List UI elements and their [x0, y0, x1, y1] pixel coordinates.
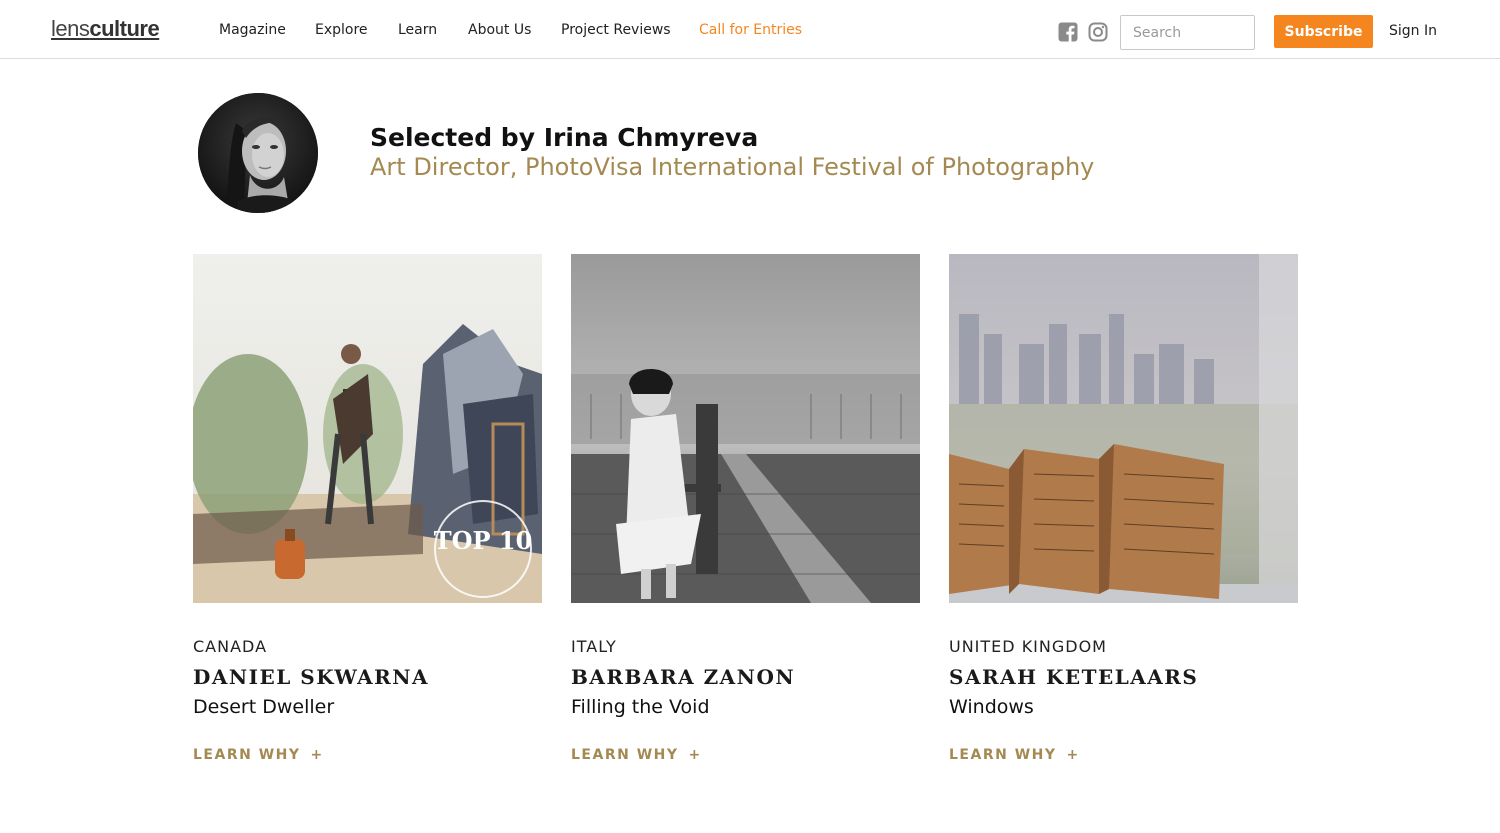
winner-photo-2[interactable]	[571, 254, 920, 603]
facebook-icon[interactable]	[1058, 22, 1078, 42]
nav-item-learn[interactable]: Learn	[398, 22, 437, 38]
subscribe-button[interactable]: Subscribe	[1274, 15, 1373, 48]
winner-photo-3[interactable]	[949, 254, 1298, 603]
winner-card-1: TOP 10 CANADA DANIEL SKWARNA Desert Dwel…	[193, 254, 542, 763]
instagram-icon[interactable]	[1088, 22, 1108, 42]
top10-badge-text: TOP 10	[434, 526, 533, 555]
winner-project-title: Windows	[949, 696, 1034, 718]
logo-bold-text: culture	[89, 16, 160, 41]
juror-role: Art Director, PhotoVisa International Fe…	[370, 153, 1095, 181]
learn-why-label: LEARN WHY	[571, 747, 679, 763]
winner-country: ITALY	[571, 637, 617, 656]
winner-photo-1[interactable]: TOP 10	[193, 254, 542, 603]
winner-artist-name: DANIEL SKWARNA	[193, 665, 429, 689]
winner-artist-name: BARBARA ZANON	[571, 665, 796, 689]
juror-avatar	[198, 93, 318, 213]
winner-card-3: UNITED KINGDOM SARAH KETELAARS Windows L…	[949, 254, 1298, 763]
learn-why-link[interactable]: LEARN WHY +	[193, 747, 324, 763]
plus-icon: +	[688, 747, 702, 763]
plus-icon: +	[1066, 747, 1080, 763]
winner-country: UNITED KINGDOM	[949, 637, 1107, 656]
learn-why-label: LEARN WHY	[949, 747, 1057, 763]
learn-why-link[interactable]: LEARN WHY +	[571, 747, 702, 763]
nav-item-explore[interactable]: Explore	[315, 22, 368, 38]
nav-item-about-us[interactable]: About Us	[468, 22, 531, 38]
plus-icon: +	[310, 747, 324, 763]
nav-item-project-reviews[interactable]: Project Reviews	[561, 22, 671, 38]
search-input[interactable]	[1120, 15, 1255, 50]
winner-project-title: Desert Dweller	[193, 696, 335, 718]
winner-artist-name: SARAH KETELAARS	[949, 665, 1199, 689]
nav-item-call-for-entries[interactable]: Call for Entries	[699, 22, 802, 38]
learn-why-label: LEARN WHY	[193, 747, 301, 763]
logo-light-text: lens	[51, 16, 90, 41]
winner-card-2: ITALY BARBARA ZANON Filling the Void LEA…	[571, 254, 920, 763]
learn-why-link[interactable]: LEARN WHY +	[949, 747, 1080, 763]
juror-name: Selected by Irina Chmyreva	[370, 123, 759, 152]
winner-project-title: Filling the Void	[571, 696, 710, 718]
site-logo[interactable]: lensculture	[51, 16, 160, 42]
sign-in-link[interactable]: Sign In	[1389, 23, 1437, 39]
site-header: lensculture Magazine Explore Learn About…	[0, 0, 1500, 59]
winner-country: CANADA	[193, 637, 268, 656]
nav-item-magazine[interactable]: Magazine	[219, 22, 286, 38]
